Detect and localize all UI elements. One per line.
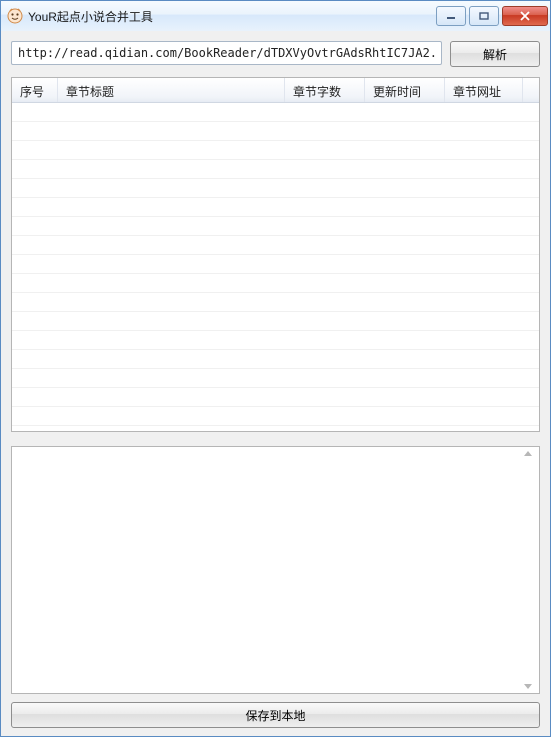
table-row[interactable] — [12, 388, 539, 407]
table-row[interactable] — [12, 236, 539, 255]
table-row[interactable] — [12, 179, 539, 198]
minimize-icon — [446, 12, 456, 20]
url-row: 解析 — [11, 41, 540, 67]
table-row[interactable] — [12, 369, 539, 388]
close-icon — [519, 11, 531, 21]
save-button[interactable]: 保存到本地 — [11, 702, 540, 728]
title-bar: YouR起点小说合并工具 — [1, 1, 550, 32]
table-row[interactable] — [12, 217, 539, 236]
table-row[interactable] — [12, 312, 539, 331]
table-row[interactable] — [12, 198, 539, 217]
maximize-button[interactable] — [469, 6, 499, 26]
log-panel — [11, 446, 540, 694]
panel-gap — [11, 432, 540, 446]
col-title[interactable]: 章节标题 — [58, 78, 285, 102]
table-row[interactable] — [12, 407, 539, 426]
log-textarea[interactable] — [12, 447, 539, 693]
minimize-button[interactable] — [436, 6, 466, 26]
app-icon — [7, 8, 23, 24]
table-row[interactable] — [12, 293, 539, 312]
chapter-table[interactable]: 序号 章节标题 章节字数 更新时间 章节网址 — [11, 77, 540, 432]
table-row[interactable] — [12, 255, 539, 274]
table-row[interactable] — [12, 350, 539, 369]
table-row[interactable] — [12, 103, 539, 122]
parse-button[interactable]: 解析 — [450, 41, 540, 67]
table-row[interactable] — [12, 331, 539, 350]
col-url[interactable]: 章节网址 — [445, 78, 523, 102]
table-row[interactable] — [12, 426, 539, 431]
close-button[interactable] — [502, 6, 548, 26]
col-end — [523, 78, 539, 102]
window-controls — [436, 6, 548, 26]
window-title: YouR起点小说合并工具 — [28, 8, 436, 25]
table-header: 序号 章节标题 章节字数 更新时间 章节网址 — [12, 78, 539, 103]
maximize-icon — [479, 12, 489, 20]
col-seq[interactable]: 序号 — [12, 78, 58, 102]
table-row[interactable] — [12, 274, 539, 293]
col-time[interactable]: 更新时间 — [365, 78, 445, 102]
url-input[interactable] — [11, 41, 442, 65]
col-words[interactable]: 章节字数 — [285, 78, 365, 102]
table-row[interactable] — [12, 122, 539, 141]
client-area: 解析 序号 章节标题 章节字数 更新时间 章节网址 保存到本地 — [1, 31, 550, 736]
table-body[interactable] — [12, 103, 539, 431]
table-row[interactable] — [12, 160, 539, 179]
footer-row: 保存到本地 — [11, 702, 540, 728]
app-window: YouR起点小说合并工具 解析 序号 章节标题 章节字数 — [0, 0, 551, 737]
table-row[interactable] — [12, 141, 539, 160]
